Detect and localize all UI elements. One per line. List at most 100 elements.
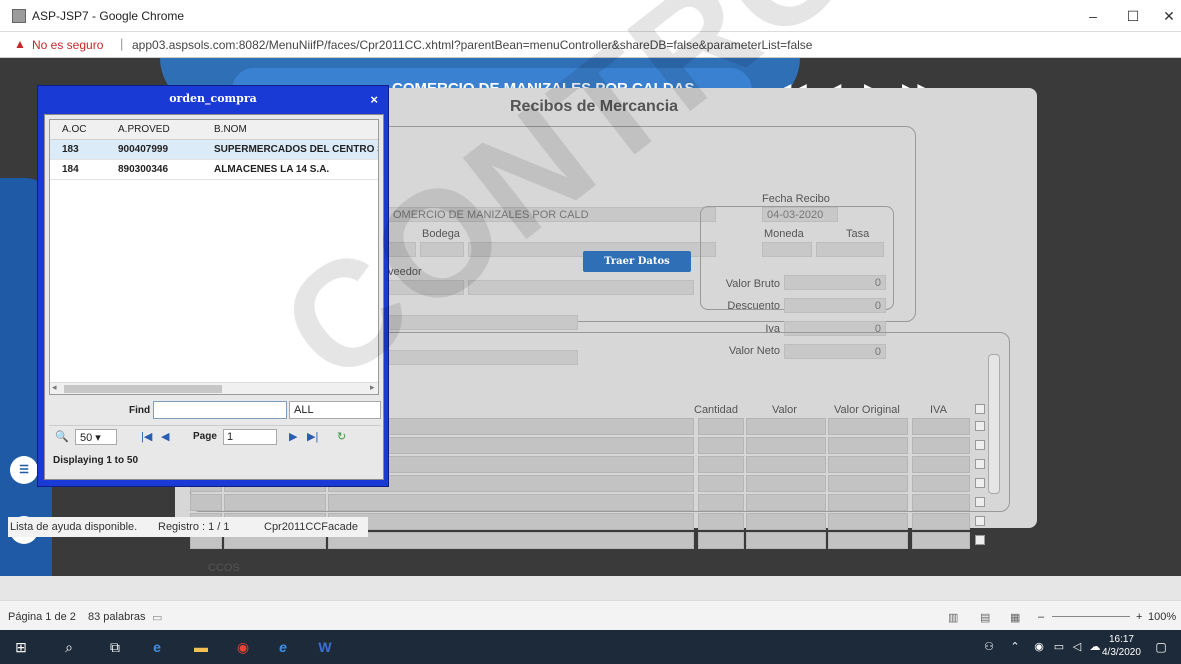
- col-proved[interactable]: A.PROVED: [118, 124, 170, 135]
- row-checkbox[interactable]: [975, 535, 985, 545]
- row-checkbox[interactable]: [975, 421, 985, 431]
- detail-cell[interactable]: [698, 456, 744, 473]
- detail-cell[interactable]: [828, 418, 908, 435]
- detail-cell[interactable]: [828, 532, 908, 549]
- detail-cell[interactable]: [698, 418, 744, 435]
- word-icon[interactable]: W: [314, 636, 336, 658]
- row-checkbox[interactable]: [975, 440, 985, 450]
- chrome-icon[interactable]: ◉: [232, 636, 254, 658]
- insecure-label[interactable]: No es seguro: [32, 38, 103, 52]
- proveedor-name-field[interactable]: [468, 280, 694, 295]
- detail-cell[interactable]: [328, 513, 694, 530]
- detail-cell[interactable]: [912, 418, 970, 435]
- url-text[interactable]: app03.aspsols.com:8082/MenuNiifP/faces/C…: [132, 38, 812, 52]
- detail-cell[interactable]: [828, 494, 908, 511]
- detail-cell[interactable]: [828, 456, 908, 473]
- detail-cell[interactable]: [746, 437, 826, 454]
- file-explorer-icon[interactable]: ▬: [190, 636, 212, 658]
- detail-cell[interactable]: [190, 494, 222, 511]
- clock[interactable]: 16:17 4/3/2020: [1102, 633, 1141, 659]
- detail-vertical-scrollbar[interactable]: [988, 354, 1000, 494]
- detail-cell[interactable]: [828, 513, 908, 530]
- detail-cell[interactable]: [328, 494, 694, 511]
- show-hidden-icons[interactable]: ⌃: [1004, 636, 1026, 658]
- word-page-count[interactable]: Página 1 de 2: [8, 611, 76, 623]
- refresh-icon[interactable]: ↻: [337, 430, 346, 443]
- address-bar[interactable]: ▲ No es seguro | app03.aspsols.com:8082/…: [0, 32, 1181, 58]
- first-page-icon[interactable]: |◀: [141, 430, 152, 443]
- detail-cell[interactable]: [698, 437, 744, 454]
- col-nom[interactable]: B.NOM: [214, 124, 247, 135]
- detail-cell[interactable]: [746, 475, 826, 492]
- detail-cell[interactable]: [912, 437, 970, 454]
- detail-cell[interactable]: [746, 418, 826, 435]
- horizontal-scrollbar[interactable]: ◂ ▸: [50, 382, 378, 394]
- detail-cell[interactable]: [746, 456, 826, 473]
- row-checkbox[interactable]: [975, 478, 985, 488]
- orden-field[interactable]: [388, 315, 578, 330]
- detail-cell[interactable]: [698, 475, 744, 492]
- chrome-tray-icon[interactable]: ◉: [1028, 636, 1050, 658]
- find-scope-select[interactable]: ALL: [289, 401, 381, 419]
- detail-cell[interactable]: [328, 532, 694, 549]
- edge-icon[interactable]: e: [146, 636, 168, 658]
- maximize-button[interactable]: ☐: [1118, 6, 1148, 26]
- detail-cell[interactable]: [912, 456, 970, 473]
- word-word-count[interactable]: 83 palabras: [88, 611, 146, 623]
- read-mode-icon[interactable]: ▥: [948, 611, 958, 624]
- row-checkbox[interactable]: [975, 497, 985, 507]
- detail-cell[interactable]: [828, 437, 908, 454]
- grid-row[interactable]: 183 900407999 SUPERMERCADOS DEL CENTRO S…: [50, 140, 378, 160]
- row-checkbox[interactable]: [975, 459, 985, 469]
- detail-cell[interactable]: [698, 532, 744, 549]
- people-icon[interactable]: ⚇: [978, 636, 1000, 658]
- detail-cell[interactable]: [746, 532, 826, 549]
- zoom-in-button[interactable]: +: [1136, 611, 1142, 623]
- search-list-icon[interactable]: ☰: [10, 456, 38, 484]
- detail-cell[interactable]: [912, 513, 970, 530]
- zoom-level[interactable]: 100%: [1148, 611, 1176, 623]
- windows-start-icon[interactable]: ⊞: [10, 636, 32, 658]
- print-layout-icon[interactable]: ▤: [980, 611, 990, 624]
- detail-cell[interactable]: [912, 532, 970, 549]
- traer-datos-button[interactable]: Traer Datos: [583, 251, 691, 272]
- detail-cell[interactable]: [224, 494, 326, 511]
- bodega-code-field[interactable]: [388, 242, 416, 257]
- last-page-icon[interactable]: ▶|: [307, 430, 318, 443]
- col-oc[interactable]: A.OC: [62, 124, 86, 135]
- scroll-thumb[interactable]: [64, 385, 222, 393]
- notifications-icon[interactable]: ▢: [1150, 636, 1172, 658]
- internet-explorer-icon[interactable]: e: [272, 636, 294, 658]
- detail-cell[interactable]: [746, 494, 826, 511]
- find-input[interactable]: [153, 401, 287, 419]
- close-window-button[interactable]: ✕: [1154, 6, 1181, 26]
- minimize-button[interactable]: –: [1078, 6, 1108, 26]
- scroll-right-icon[interactable]: ▸: [370, 382, 375, 393]
- detail-cell[interactable]: [698, 513, 744, 530]
- next-page-icon[interactable]: ▶: [289, 430, 297, 443]
- proofing-icon[interactable]: ▭: [152, 611, 162, 624]
- page-size-select[interactable]: 50 ▾: [75, 429, 117, 445]
- detail-cell[interactable]: [912, 475, 970, 492]
- dialog-close-icon[interactable]: ×: [370, 92, 378, 107]
- detail-cell[interactable]: [912, 494, 970, 511]
- proveedor-code-field[interactable]: [388, 280, 464, 295]
- row-checkbox[interactable]: [975, 516, 985, 526]
- zoom-out-button[interactable]: –: [1038, 611, 1044, 623]
- detail-cell[interactable]: [828, 475, 908, 492]
- grid-row[interactable]: 184 890300346 ALMACENES LA 14 S.A.: [50, 160, 378, 180]
- search-icon[interactable]: ⌕: [58, 636, 80, 658]
- bodega-sub-field[interactable]: [420, 242, 464, 257]
- dialog-title: orden_compra: [169, 92, 257, 105]
- scroll-left-icon[interactable]: ◂: [52, 382, 57, 393]
- task-view-icon[interactable]: ⧉: [104, 636, 126, 658]
- prev-page-icon[interactable]: ◀: [161, 430, 169, 443]
- web-layout-icon[interactable]: ▦: [1010, 611, 1020, 624]
- detail-cell[interactable]: [746, 513, 826, 530]
- company-field[interactable]: OMERCIO DE MANIZALES POR CALD: [388, 207, 716, 222]
- page-input[interactable]: 1: [223, 429, 277, 445]
- header-checkbox[interactable]: [975, 404, 985, 414]
- detail-cell[interactable]: [698, 494, 744, 511]
- zoom-slider[interactable]: [1052, 616, 1130, 617]
- search-icon[interactable]: 🔍: [55, 430, 69, 443]
